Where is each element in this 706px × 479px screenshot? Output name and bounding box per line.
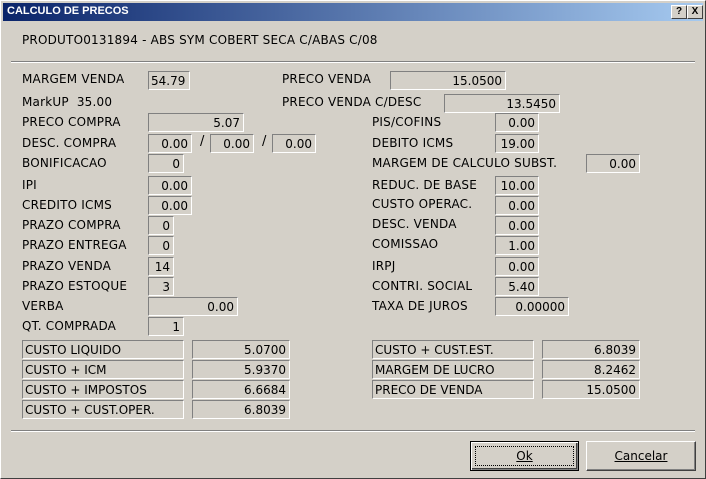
summary-value-custo-cust-oper: 6.8039 <box>192 400 290 419</box>
summary-value-preco-venda: 15.0500 <box>542 380 640 399</box>
summary-label-custo-cust-oper: CUSTO + CUST.OPER. <box>22 400 184 419</box>
debito-icms-field[interactable]: 19.00 <box>495 134 539 153</box>
qt-comprada-field[interactable]: 1 <box>148 317 184 336</box>
desc-separator-1: / <box>200 134 205 149</box>
help-button[interactable]: ? <box>671 5 687 19</box>
irpj-label: IRPJ <box>372 259 396 273</box>
ipi-label: IPI <box>22 178 37 192</box>
summary-value-custo-icm: 5.9370 <box>192 360 290 379</box>
prazo-entrega-label: PRAZO ENTREGA <box>22 238 127 252</box>
prazo-venda-field[interactable]: 14 <box>148 257 174 276</box>
credito-icms-label: CREDITO ICMS <box>22 198 112 212</box>
summary-value-margem-lucro: 8.2462 <box>542 360 640 379</box>
summary-label-custo-cust-est: CUSTO + CUST.EST. <box>372 340 534 359</box>
ok-button[interactable]: Ok <box>470 441 579 471</box>
summary-label-margem-lucro: MARGEM DE LUCRO <box>372 360 534 379</box>
custo-operac-field[interactable]: 0.00 <box>495 196 539 215</box>
margem-venda-field[interactable]: 54.79 <box>148 71 190 90</box>
summary-label-preco-venda: PRECO DE VENDA <box>372 380 534 399</box>
prazo-entrega-field[interactable]: 0 <box>148 236 174 255</box>
irpj-field[interactable]: 0.00 <box>495 257 539 276</box>
ipi-field[interactable]: 0.00 <box>148 176 192 195</box>
summary-label-custo-impostos: CUSTO + IMPOSTOS <box>22 380 184 399</box>
calculo-precos-dialog: CALCULO DE PRECOS ? X PRODUTO0131894 - A… <box>0 0 706 479</box>
summary-label-custo-icm: CUSTO + ICM <box>22 360 184 379</box>
focus-rect <box>475 446 574 466</box>
desc-venda-label: DESC. VENDA <box>372 217 457 231</box>
window-title: CALCULO DE PRECOS <box>7 5 129 17</box>
margem-calculo-subst-field[interactable]: 0.00 <box>586 154 640 173</box>
prazo-venda-label: PRAZO VENDA <box>22 259 111 273</box>
preco-venda-desc-label: PRECO VENDA C/DESC <box>282 95 422 109</box>
desc-separator-2: / <box>262 134 267 149</box>
reduc-base-label: REDUC. DE BASE <box>372 178 478 192</box>
desc-venda-field[interactable]: 0.00 <box>495 216 539 235</box>
desc-compra-field-2[interactable]: 0.00 <box>210 134 254 153</box>
bottom-separator <box>11 430 695 432</box>
verba-field[interactable]: 0.00 <box>148 297 238 316</box>
preco-venda-label: PRECO VENDA <box>282 72 372 86</box>
comissao-label: COMISSAO <box>372 237 439 251</box>
margem-venda-label: MARGEM VENDA <box>22 72 125 86</box>
credito-icms-field[interactable]: 0.00 <box>148 196 192 215</box>
preco-compra-field[interactable]: 5.07 <box>148 113 244 132</box>
prazo-compra-field[interactable]: 0 <box>148 216 174 235</box>
comissao-field[interactable]: 1.00 <box>495 236 539 255</box>
margem-calculo-subst-label: MARGEM DE CALCULO SUBST. <box>372 156 558 170</box>
qt-comprada-label: QT. COMPRADA <box>22 319 117 333</box>
pis-cofins-label: PIS/COFINS <box>372 115 442 129</box>
verba-label: VERBA <box>22 299 64 313</box>
summary-value-custo-impostos: 6.6684 <box>192 380 290 399</box>
top-separator <box>11 61 695 63</box>
debito-icms-label: DEBITO ICMS <box>372 136 454 150</box>
preco-venda-field[interactable]: 15.0500 <box>390 71 506 90</box>
prazo-estoque-field[interactable]: 3 <box>148 277 174 296</box>
prazo-compra-label: PRAZO COMPRA <box>22 218 121 232</box>
summary-label-custo-liquido: CUSTO LIQUIDO <box>22 340 184 359</box>
preco-compra-label: PRECO COMPRA <box>22 115 121 129</box>
prazo-estoque-label: PRAZO ESTOQUE <box>22 279 128 293</box>
summary-value-custo-liquido: 5.0700 <box>192 340 290 359</box>
contri-social-field[interactable]: 5.40 <box>495 277 539 296</box>
cancel-button-label: Cancelar <box>614 449 668 463</box>
reduc-base-field[interactable]: 10.00 <box>495 176 539 195</box>
cancel-button[interactable]: Cancelar <box>586 441 696 471</box>
summary-value-custo-cust-est: 6.8039 <box>542 340 640 359</box>
bonificacao-field[interactable]: 0 <box>148 154 184 173</box>
contri-social-label: CONTRI. SOCIAL <box>372 279 473 293</box>
markup-label: MarkUP <box>22 95 69 109</box>
bonificacao-label: BONIFICACAO <box>22 156 107 170</box>
desc-compra-label: DESC. COMPRA <box>22 136 117 150</box>
markup-value: 35.00 <box>76 95 113 109</box>
desc-compra-field-3[interactable]: 0.00 <box>272 134 316 153</box>
pis-cofins-field[interactable]: 0.00 <box>495 113 539 132</box>
custo-operac-label: CUSTO OPERAC. <box>372 197 473 211</box>
markup-display: MarkUP 35.00 <box>22 95 112 109</box>
preco-venda-desc-field[interactable]: 13.5450 <box>444 94 560 113</box>
taxa-juros-label: TAXA DE JUROS <box>372 299 468 313</box>
title-bar: CALCULO DE PRECOS ? X <box>3 3 703 21</box>
close-button[interactable]: X <box>687 5 703 19</box>
desc-compra-field-1[interactable]: 0.00 <box>148 134 192 153</box>
taxa-juros-field[interactable]: 0.00000 <box>495 297 569 316</box>
product-description: PRODUTO0131894 - ABS SYM COBERT SECA C/A… <box>22 33 378 47</box>
